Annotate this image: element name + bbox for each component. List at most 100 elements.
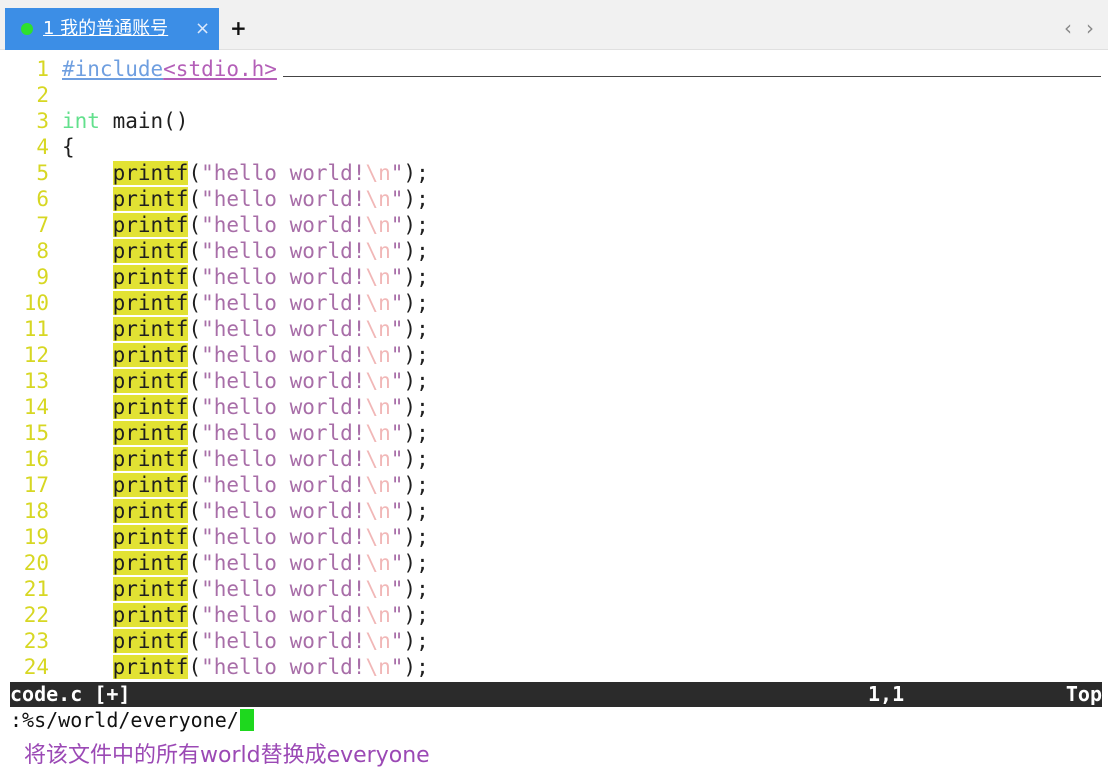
code-line: 7 printf("hello world!\n"); — [0, 212, 1108, 238]
function-name-match: printf — [112, 239, 189, 263]
function-name-match: printf — [112, 213, 189, 237]
line-number: 19 — [23, 525, 49, 549]
function-name-match: printf — [112, 499, 189, 523]
call-open-paren: ( — [188, 499, 202, 523]
call-end: ); — [403, 629, 429, 653]
code-line: 15 printf("hello world!\n"); — [0, 420, 1108, 446]
chevron-right-icon[interactable]: › — [1086, 16, 1094, 40]
string-literal: "hello world! — [201, 421, 366, 445]
printf-statement: printf("hello world!\n"); — [62, 186, 429, 212]
printf-statement: printf("hello world!\n"); — [62, 368, 429, 394]
call-end: ); — [403, 291, 429, 315]
string-close-quote: " — [390, 395, 404, 419]
code-line: 5 printf("hello world!\n"); — [0, 160, 1108, 186]
chevron-left-icon[interactable]: ‹ — [1064, 16, 1072, 40]
string-close-quote: " — [390, 577, 404, 601]
escape-sequence: \n — [365, 551, 391, 575]
include-header: <stdio.h> — [163, 57, 277, 81]
call-end: ); — [403, 421, 429, 445]
text-cursor — [239, 709, 254, 731]
line-number: 14 — [23, 395, 49, 419]
line-number: 7 — [36, 213, 49, 237]
string-literal: "hello world! — [201, 473, 366, 497]
tab-label: 1 我的普通账号 — [43, 18, 169, 39]
call-open-paren: ( — [188, 317, 202, 341]
call-open-paren: ( — [188, 369, 202, 393]
vim-command-line[interactable]: :%s/world/everyone/ — [10, 708, 254, 732]
line-number: 3 — [36, 109, 49, 133]
printf-statement: printf("hello world!\n"); — [62, 264, 429, 290]
printf-statement: printf("hello world!\n"); — [62, 212, 429, 238]
string-literal: "hello world! — [201, 525, 366, 549]
code-line: 17 printf("hello world!\n"); — [0, 472, 1108, 498]
function-name-match: printf — [112, 421, 189, 445]
escape-sequence: \n — [365, 395, 391, 419]
string-literal: "hello world! — [201, 395, 366, 419]
line-number: 17 — [23, 473, 49, 497]
string-close-quote: " — [390, 317, 404, 341]
code-line: 4 { — [0, 134, 1108, 160]
printf-statement: printf("hello world!\n"); — [62, 238, 429, 264]
close-tab-icon[interactable]: × — [195, 17, 210, 41]
code-line: 1 #include<stdio.h> — [0, 56, 1108, 82]
tab-session-1[interactable]: 1 我的普通账号 × — [5, 8, 219, 50]
printf-statement: printf("hello world!\n"); — [62, 628, 429, 654]
new-tab-plus-icon[interactable]: + — [230, 16, 247, 40]
call-open-paren: ( — [188, 421, 202, 445]
code-line: 24 printf("hello world!\n"); — [0, 654, 1108, 680]
code-line: 19 printf("hello world!\n"); — [0, 524, 1108, 550]
string-close-quote: " — [390, 265, 404, 289]
open-brace: { — [62, 135, 75, 159]
call-open-paren: ( — [188, 577, 202, 601]
string-close-quote: " — [390, 421, 404, 445]
call-open-paren: ( — [188, 473, 202, 497]
string-close-quote: " — [390, 369, 404, 393]
string-literal: "hello world! — [201, 577, 366, 601]
call-open-paren: ( — [188, 603, 202, 627]
string-literal: "hello world! — [201, 603, 366, 627]
code-line: 6 printf("hello world!\n"); — [0, 186, 1108, 212]
code-line: 13 printf("hello world!\n"); — [0, 368, 1108, 394]
string-close-quote: " — [390, 291, 404, 315]
vim-editor[interactable]: 1 #include<stdio.h> 2 3 int main() 4 { 5… — [0, 56, 1108, 682]
string-close-quote: " — [390, 603, 404, 627]
string-literal: "hello world! — [201, 187, 366, 211]
line-number: 12 — [23, 343, 49, 367]
string-close-quote: " — [390, 343, 404, 367]
code-line: 12 printf("hello world!\n"); — [0, 342, 1108, 368]
string-literal: "hello world! — [201, 551, 366, 575]
printf-statement: printf("hello world!\n"); — [62, 316, 429, 342]
string-literal: "hello world! — [201, 447, 366, 471]
call-open-paren: ( — [188, 447, 202, 471]
line-number: 16 — [23, 447, 49, 471]
function-name-match: printf — [112, 317, 189, 341]
line-number: 20 — [23, 551, 49, 575]
line-number: 13 — [23, 369, 49, 393]
call-open-paren: ( — [188, 395, 202, 419]
call-end: ); — [403, 655, 429, 679]
call-end: ); — [403, 369, 429, 393]
string-literal: "hello world! — [201, 265, 366, 289]
printf-statement: printf("hello world!\n"); — [62, 446, 429, 472]
line-number: 8 — [36, 239, 49, 263]
call-open-paren: ( — [188, 239, 202, 263]
escape-sequence: \n — [365, 239, 391, 263]
printf-statement: printf("hello world!\n"); — [62, 498, 429, 524]
function-name-match: printf — [112, 447, 189, 471]
printf-statement: printf("hello world!\n"); — [62, 160, 429, 186]
line-number: 9 — [36, 265, 49, 289]
line-number: 5 — [36, 161, 49, 185]
call-open-paren: ( — [188, 629, 202, 653]
string-literal: "hello world! — [201, 239, 366, 263]
line-number: 15 — [23, 421, 49, 445]
escape-sequence: \n — [365, 291, 391, 315]
escape-sequence: \n — [365, 421, 391, 445]
main-declaration: int main() — [62, 108, 188, 134]
